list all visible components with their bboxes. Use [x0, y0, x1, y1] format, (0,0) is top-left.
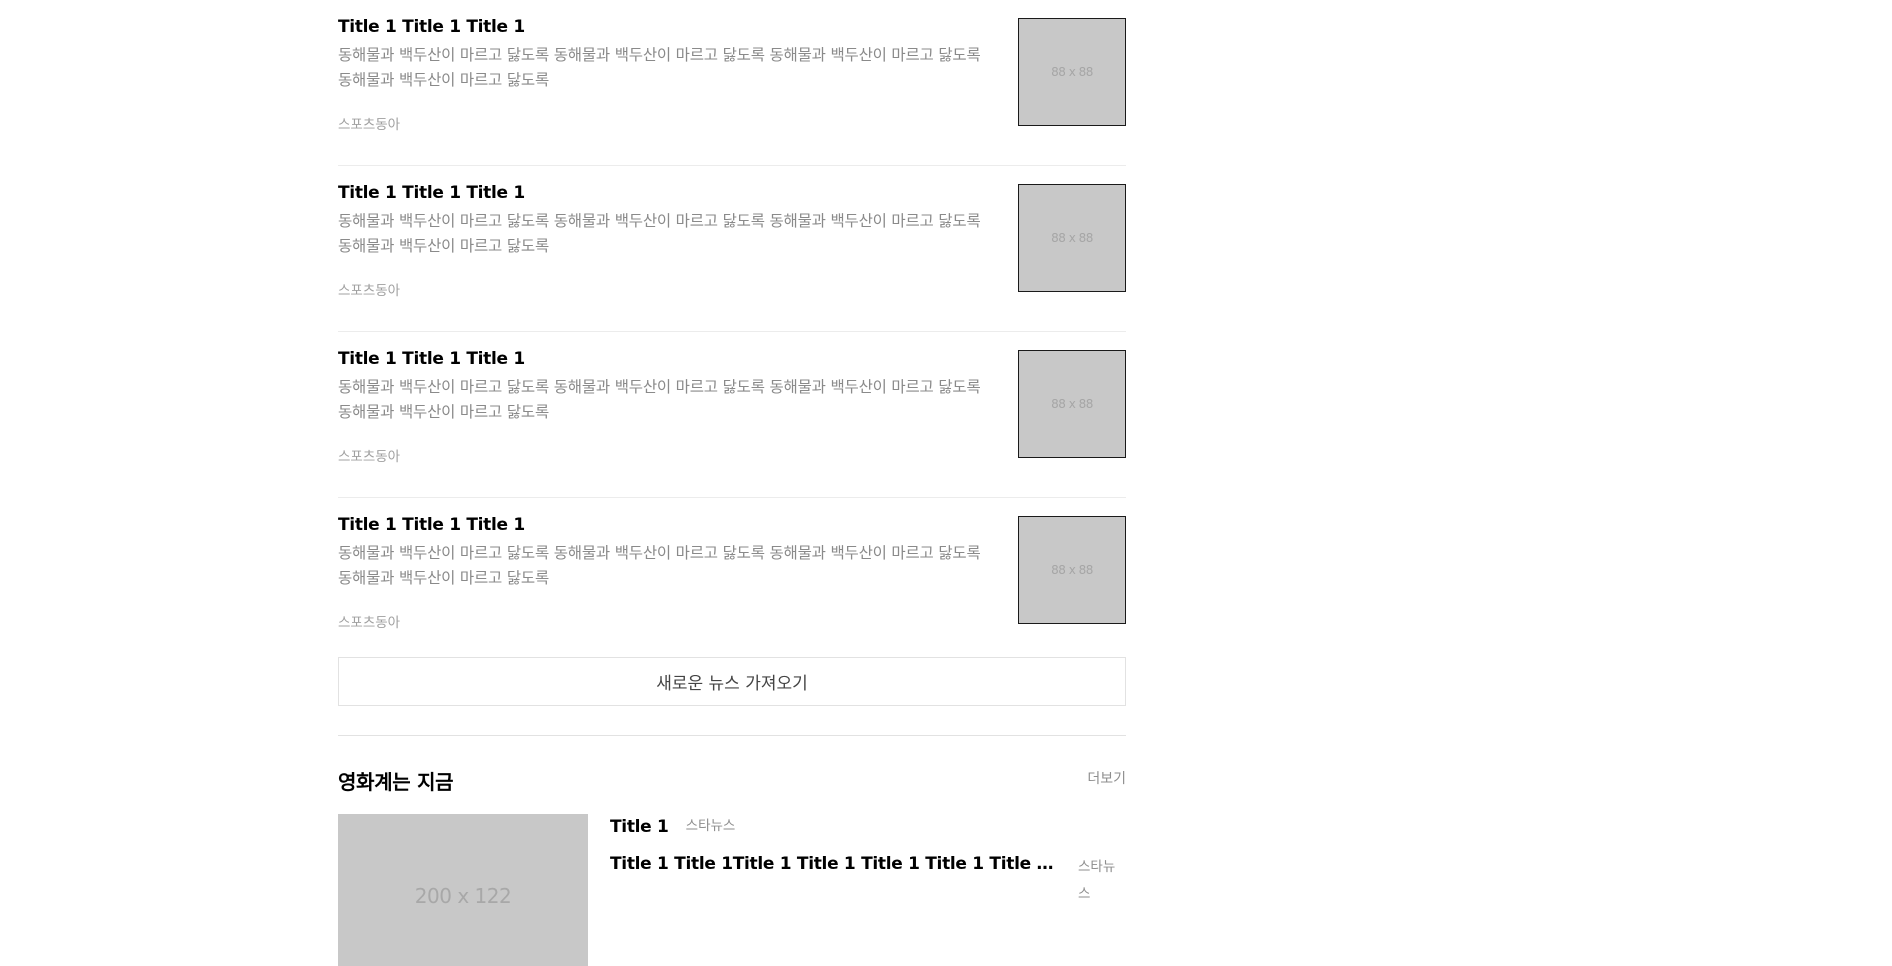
- news-description: 동해물과 백두산이 마르고 닳도록 동해물과 백두산이 마르고 닳도록 동해물과…: [338, 212, 981, 255]
- news-title[interactable]: Title 1 Title 1 Title 1: [338, 182, 998, 204]
- thumbnail-placeholder-label: 88 x 88: [1051, 397, 1093, 411]
- thumbnail-placeholder-label: 88 x 88: [1051, 563, 1093, 577]
- news-item[interactable]: Title 1 Title 1 Title 1 동해물과 백두산이 마르고 닳도…: [338, 498, 1126, 664]
- movie-news-title[interactable]: Title 1: [610, 817, 669, 837]
- movie-news-item[interactable]: Title 1 스타뉴스: [610, 816, 1126, 837]
- thumbnail-placeholder-label: 200 x 122: [414, 884, 512, 908]
- news-thumbnail[interactable]: 88 x 88: [1018, 516, 1126, 624]
- movie-news-item[interactable]: Title 1 Title 1Title 1 Title 1 Title 1 T…: [610, 854, 1126, 902]
- load-more-news-button[interactable]: 새로운 뉴스 가져오기: [338, 657, 1126, 706]
- section-divider: [338, 735, 1126, 736]
- news-item[interactable]: Title 1 Title 1 Title 1 동해물과 백두산이 마르고 닳도…: [338, 332, 1126, 498]
- news-thumbnail[interactable]: 88 x 88: [1018, 184, 1126, 292]
- news-source: 스포츠동아: [338, 449, 401, 465]
- news-title[interactable]: Title 1 Title 1 Title 1: [338, 514, 998, 536]
- news-title[interactable]: Title 1 Title 1 Title 1: [338, 348, 998, 370]
- news-text: Title 1 Title 1 Title 1 동해물과 백두산이 마르고 닳도…: [338, 514, 998, 591]
- news-description: 동해물과 백두산이 마르고 닳도록 동해물과 백두산이 마르고 닳도록 동해물과…: [338, 46, 981, 89]
- news-thumbnail[interactable]: 88 x 88: [1018, 18, 1126, 126]
- news-item[interactable]: Title 1 Title 1 Title 1 동해물과 백두산이 마르고 닳도…: [338, 0, 1126, 166]
- news-thumbnail[interactable]: 88 x 88: [1018, 350, 1126, 458]
- section-title: 영화계는 지금: [338, 770, 454, 794]
- news-title[interactable]: Title 1 Title 1 Title 1: [338, 16, 998, 38]
- news-description: 동해물과 백두산이 마르고 닳도록 동해물과 백두산이 마르고 닳도록 동해물과…: [338, 378, 981, 421]
- news-text: Title 1 Title 1 Title 1 동해물과 백두산이 마르고 닳도…: [338, 182, 998, 259]
- movie-thumbnail[interactable]: 200 x 122: [338, 814, 588, 966]
- news-text: Title 1 Title 1 Title 1 동해물과 백두산이 마르고 닳도…: [338, 348, 998, 425]
- news-list: Title 1 Title 1 Title 1 동해물과 백두산이 마르고 닳도…: [338, 0, 1126, 664]
- movie-news-title[interactable]: Title 1 Title 1Title 1 Title 1 Title 1 T…: [610, 854, 1060, 874]
- thumbnail-placeholder-label: 88 x 88: [1051, 65, 1093, 79]
- main-column: Title 1 Title 1 Title 1 동해물과 백두산이 마르고 닳도…: [338, 0, 1126, 966]
- thumbnail-placeholder-label: 88 x 88: [1051, 231, 1093, 245]
- news-source: 스포츠동아: [338, 283, 401, 299]
- movie-news-source: 스타뉴스: [685, 818, 736, 834]
- news-item[interactable]: Title 1 Title 1 Title 1 동해물과 백두산이 마르고 닳도…: [338, 166, 1126, 332]
- news-source: 스포츠동아: [338, 117, 401, 133]
- news-text: Title 1 Title 1 Title 1 동해물과 백두산이 마르고 닳도…: [338, 16, 998, 93]
- news-source: 스포츠동아: [338, 615, 401, 631]
- news-description: 동해물과 백두산이 마르고 닳도록 동해물과 백두산이 마르고 닳도록 동해물과…: [338, 544, 981, 587]
- more-link[interactable]: 더보기: [1087, 768, 1126, 788]
